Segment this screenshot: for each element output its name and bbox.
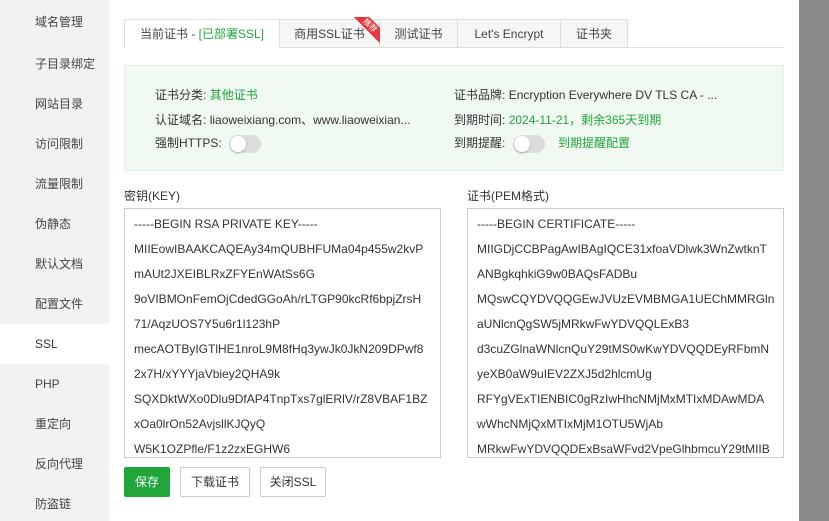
sidebar-item-rewrite[interactable]: 伪静态 [0,204,109,244]
force-https: 强制HTTPS: [155,134,262,153]
sidebar-item-config-file[interactable]: 配置文件 [0,284,109,324]
cert-info-box: 证书分类: 其他证书 证书品牌: Encryption Everywhere D… [124,65,784,171]
expire-remind-label: 到期提醒: [454,136,506,150]
sidebar-item-ssl[interactable]: SSL [0,324,109,364]
sidebar-item-traffic-limit[interactable]: 流量限制 [0,164,109,204]
key-line: mAUt2JXEIBLRxZFYEnWAtSs6G [134,267,315,281]
key-label: 密钥(KEY) [124,189,181,203]
expire-remind-toggle[interactable] [512,134,545,153]
key-textarea[interactable]: -----BEGIN RSA PRIVATE KEY----- MIIEowIB… [124,208,441,458]
cert-domain-label: 认证域名: [155,113,207,127]
cert-category-value: 其他证书 [209,88,258,102]
tab-test-cert[interactable]: 测试证书 [380,19,458,48]
save-button[interactable]: 保存 [124,467,170,497]
cert-category-label: 证书分类: [155,88,207,102]
tab-current-cert[interactable]: 当前证书 - [已部署SSL] [124,19,280,48]
ssl-status-badge: [已部署SSL] [198,27,265,41]
cert-brand-value: Encryption Everywhere DV TLS CA - ... [508,88,718,102]
cert-line: MQswCQYDVQQGEwJVUzEVMBMGA1UEChMMRGln [477,292,775,306]
sidebar-item-redirect[interactable]: 重定向 [0,404,109,444]
cert-line: ANBgkqhkiG9w0BAQsFADBu [477,267,638,281]
key-line: mecAOTByIGTlHE1nroL9M8fHq3ywJk0JkN209DPw… [134,342,424,356]
cert-textarea[interactable]: -----BEGIN CERTIFICATE----- MIIGDjCCBPag… [467,208,784,458]
cert-expire-label: 到期时间: [454,113,506,127]
cert-expire: 到期时间: 2024-11-21，剩余365天到期 [454,111,661,128]
cert-line: MIIGDjCCBPagAwIBAgIQCE31xfoaVDlwk3WnZwtk… [477,242,767,256]
overlay-edge [799,0,829,521]
cert-line: -----BEGIN CERTIFICATE----- [477,217,636,231]
download-cert-button[interactable]: 下载证书 [180,467,250,497]
cert-expire-value: 2024-11-21，剩余365天到期 [508,113,662,127]
cert-line: RFYgVExTIENBIC0gRzIwHhcNMjMxMTIxMDAwMDA [477,392,765,406]
main-panel: 当前证书 - [已部署SSL] 商用SSL证书 推荐 测试证书 Let's En… [109,0,799,521]
tab-commercial-ssl[interactable]: 商用SSL证书 推荐 [280,17,381,48]
cert-category: 证书分类: 其他证书 [155,86,258,103]
sidebar-item-subdir[interactable]: 子目录绑定 [0,44,109,84]
key-line: W5K1OZPfle/F1z2zxEGHW6 [134,442,291,456]
key-line: 9oVIBMOnFemOjCdedGGoAh/rLTGP90kcRf6bpjZr… [134,292,422,306]
cert-domain-value: liaoweixiang.com、www.liaoweixian... [209,113,411,127]
sidebar-item-hotlink[interactable]: 防盗链 [0,484,109,521]
close-ssl-button[interactable]: 关闭SSL [260,467,326,497]
cert-line: yeXB0aW9uIEV2ZXJ5d2hlcmUg [477,367,652,381]
sidebar-item-default-doc[interactable]: 默认文档 [0,244,109,284]
cert-line: MRkwFwYDVQQDExBsaWFvd2VpeGlhbmcuY29tMIIB [477,442,770,456]
cert-label: 证书(PEM格式) [467,189,549,203]
key-line: 2x7H/xYYYjaVbiey2QHA9k [134,367,281,381]
key-line: SQXDktWXo0Dlu9DfAP4TnpTxs7glERlV/rZ8VBAF… [134,392,428,406]
tab-letsencrypt[interactable]: Let's Encrypt [458,19,561,48]
tab-current-cert-label: 当前证书 - [139,27,199,41]
sidebar-item-reverse-proxy[interactable]: 反向代理 [0,444,109,484]
cert-domain: 认证域名: liaoweixiang.com、www.liaoweixian..… [155,111,410,128]
key-line: -----BEGIN RSA PRIVATE KEY----- [134,217,318,231]
cert-brand: 证书品牌: Encryption Everywhere DV TLS CA - … [454,86,717,103]
sidebar-item-access-limit[interactable]: 访问限制 [0,124,109,164]
force-https-toggle[interactable] [229,134,262,153]
cert-line: aUNlcnQgSW5jMRkwFwYDVQQLExB3 [477,317,690,331]
sidebar-item-site-dir[interactable]: 网站目录 [0,84,109,124]
sidebar: 域名管理 子目录绑定 网站目录 访问限制 流量限制 伪静态 默认文档 配置文件 … [0,0,109,521]
sidebar-item-domain[interactable]: 域名管理 [0,0,109,44]
expire-remind: 到期提醒: 到期提醒配置 [454,134,630,153]
cert-line: wWhcNMjQxMTIxMjM1OTU5WjAb [477,417,663,431]
key-line: xOa0lrOn52AvjsllKJQyQ [134,417,266,431]
tab-cert-folder[interactable]: 证书夹 [561,19,628,48]
key-line: 71/AqzUOS7Y5u6r1l123hP [134,317,281,331]
cert-brand-label: 证书品牌: [454,88,506,102]
expire-remind-config-link[interactable]: 到期提醒配置 [558,136,630,150]
tab-commercial-ssl-label: 商用SSL证书 [294,27,365,41]
force-https-label: 强制HTTPS: [155,136,222,150]
ssl-tabs: 当前证书 - [已部署SSL] 商用SSL证书 推荐 测试证书 Let's En… [124,17,784,48]
key-line: MIIEowIBAAKCAQEAy34mQUBHFUMa04p455w2kvP [134,242,424,256]
cert-line: d3cuZGlnaWNlcnQuY29tMS0wKwYDVQQDEyRFbmN [477,342,770,356]
sidebar-item-php[interactable]: PHP [0,364,109,404]
